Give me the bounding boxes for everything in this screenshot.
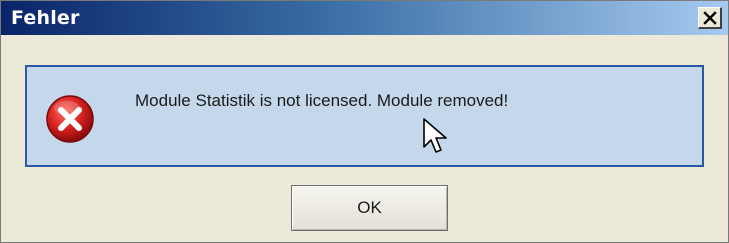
- error-icon: [46, 95, 94, 143]
- ok-button[interactable]: OK: [291, 185, 448, 231]
- error-message: Module Statistik is not licensed. Module…: [135, 91, 509, 110]
- close-icon: [702, 10, 717, 25]
- window-title: Fehler: [11, 7, 80, 29]
- title-bar[interactable]: Fehler: [1, 1, 728, 35]
- error-dialog-window: Fehler Module Statistik is not licensed.…: [0, 0, 729, 243]
- message-panel: Module Statistik is not licensed. Module…: [25, 65, 704, 167]
- close-button[interactable]: [698, 7, 722, 29]
- mouse-pointer-icon: [423, 118, 447, 153]
